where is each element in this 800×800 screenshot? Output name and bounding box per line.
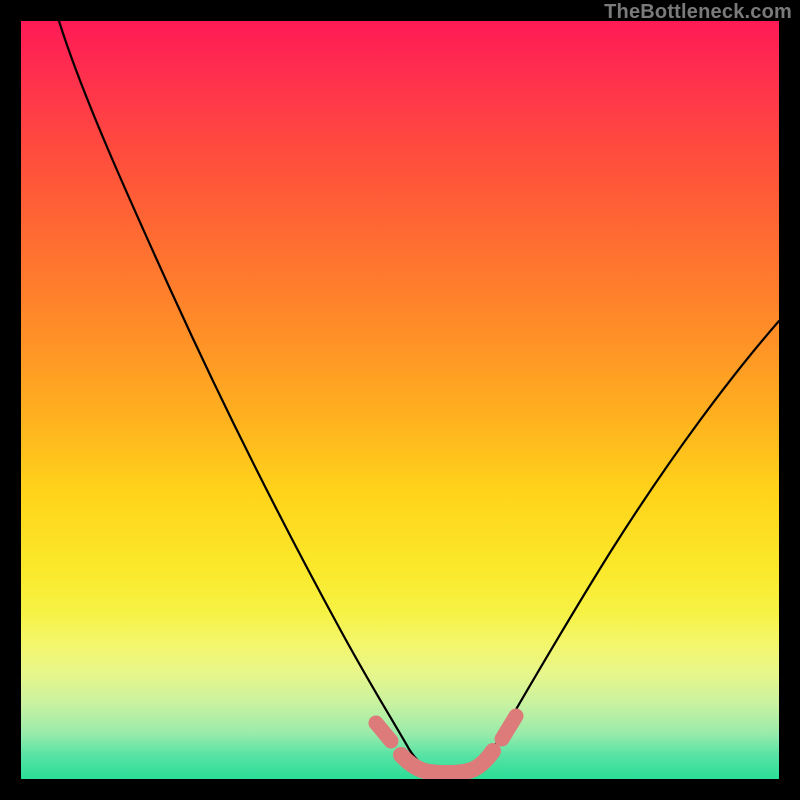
highlight-line [401,751,493,773]
curve-svg [21,21,779,779]
highlight-line [502,716,516,739]
curve-right-path [493,321,779,749]
chart-frame: TheBottleneck.com [0,0,800,800]
curve-left-path [59,21,409,749]
plot-area [21,21,779,779]
watermark-text: TheBottleneck.com [604,1,792,24]
highlight-line [376,723,391,741]
